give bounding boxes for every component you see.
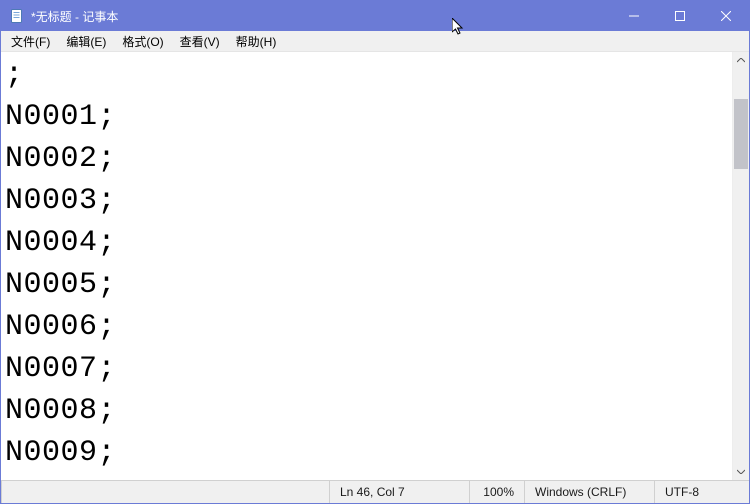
menu-help[interactable]: 帮助(H) (228, 31, 285, 52)
chevron-down-icon[interactable] (733, 463, 749, 480)
menu-edit[interactable]: 编辑(E) (58, 31, 114, 52)
vertical-scrollbar[interactable] (732, 52, 749, 480)
window-title: *无标题 - 记事本 (31, 8, 118, 25)
chevron-up-icon[interactable] (733, 52, 749, 69)
text-editor[interactable]: ; N0001; N0002; N0003; N0004; N0005; N00… (1, 52, 732, 480)
minimize-icon (629, 11, 639, 21)
status-zoom: 100% (469, 481, 524, 503)
maximize-icon (675, 11, 685, 21)
notepad-window: *无标题 - 记事本 文件(F) 编辑(E) 格式(O) 查看(V) 帮助(H)… (0, 0, 750, 504)
close-button[interactable] (703, 1, 749, 31)
maximize-button[interactable] (657, 1, 703, 31)
status-eol: Windows (CRLF) (524, 481, 654, 503)
menu-view[interactable]: 查看(V) (172, 31, 228, 52)
menu-file[interactable]: 文件(F) (3, 31, 58, 52)
status-encoding: UTF-8 (654, 481, 749, 503)
scrollbar-track[interactable] (733, 69, 749, 463)
scrollbar-thumb[interactable] (734, 99, 748, 169)
menu-format[interactable]: 格式(O) (114, 31, 171, 52)
minimize-button[interactable] (611, 1, 657, 31)
notepad-icon (9, 8, 25, 24)
status-line-col: Ln 46, Col 7 (329, 481, 469, 503)
menubar: 文件(F) 编辑(E) 格式(O) 查看(V) 帮助(H) (1, 31, 749, 52)
status-spacer (1, 481, 329, 503)
close-icon (721, 11, 731, 21)
statusbar: Ln 46, Col 7 100% Windows (CRLF) UTF-8 (1, 480, 749, 503)
editor-area: ; N0001; N0002; N0003; N0004; N0005; N00… (1, 52, 749, 480)
titlebar[interactable]: *无标题 - 记事本 (1, 1, 749, 31)
